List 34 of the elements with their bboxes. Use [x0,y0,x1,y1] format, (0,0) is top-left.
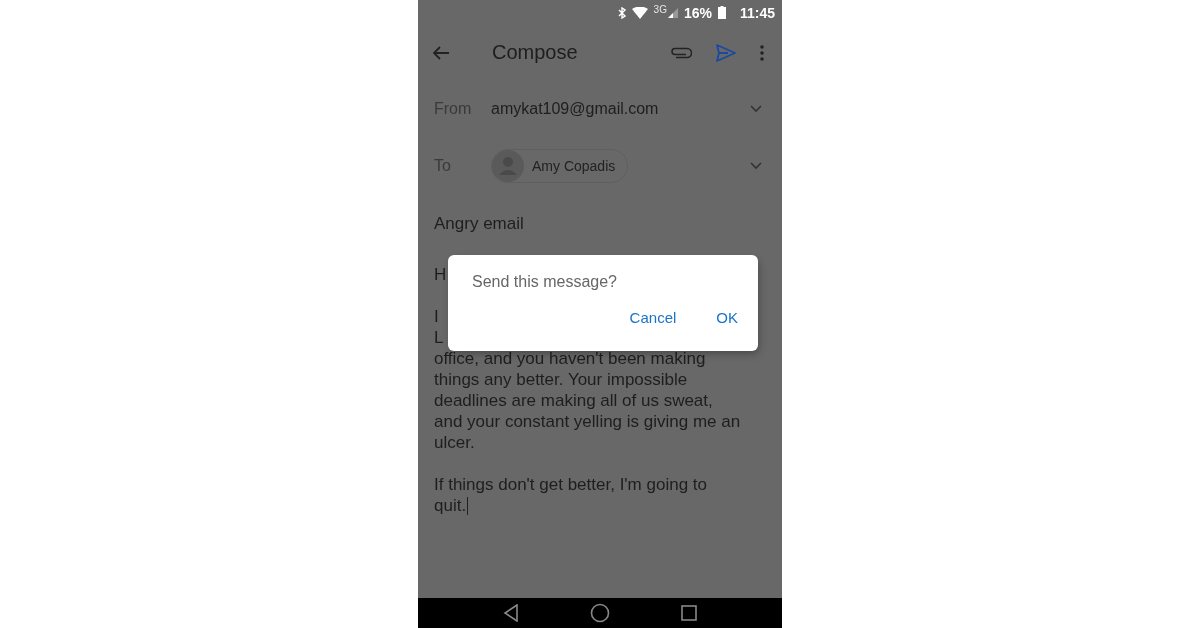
back-arrow-icon [432,44,450,61]
send-icon[interactable] [716,43,736,62]
dialog-message: Send this message? [472,273,618,291]
body-text-line: deadlines are making all of us sweat, [434,390,713,411]
screen-title: Compose [492,41,578,64]
home-circle-icon[interactable] [590,603,610,623]
cancel-button[interactable]: Cancel [617,305,689,330]
battery-percentage: 16% [683,4,712,21]
avatar-silhouette-icon [492,149,524,182]
body-text-line: If things don't get better, I'm going to [434,474,707,495]
body-text-line: H [434,264,447,285]
subject-text[interactable]: Angry email [418,194,782,241]
wifi-icon [631,6,648,19]
chevron-down-icon[interactable] [750,161,762,170]
ok-button[interactable]: OK [704,305,750,330]
body-text-line: L [434,327,444,348]
body-text-line: things any better. Your impossible [434,369,688,390]
battery-icon [717,6,726,19]
signal-icon [667,7,678,18]
body-text-line: quit. [434,495,467,516]
body-text-line: office, and you haven't been making [434,348,706,369]
attach-icon[interactable] [670,46,692,59]
text-cursor [467,496,469,515]
body-text-line: ulcer. [434,432,475,453]
body-text-line: and your constant yelling is giving me an [434,411,741,432]
body-text-line: I [434,306,439,327]
clock-time: 11:45 [739,4,775,21]
sender-address[interactable]: amykat109@gmail.com [491,99,659,118]
bluetooth-icon [617,6,626,19]
more-options-icon[interactable] [760,44,764,61]
overview-square-icon[interactable] [680,605,697,621]
network-label: 3G [653,4,667,15]
back-triangle-icon[interactable] [503,604,520,622]
chevron-down-icon[interactable] [750,104,762,113]
